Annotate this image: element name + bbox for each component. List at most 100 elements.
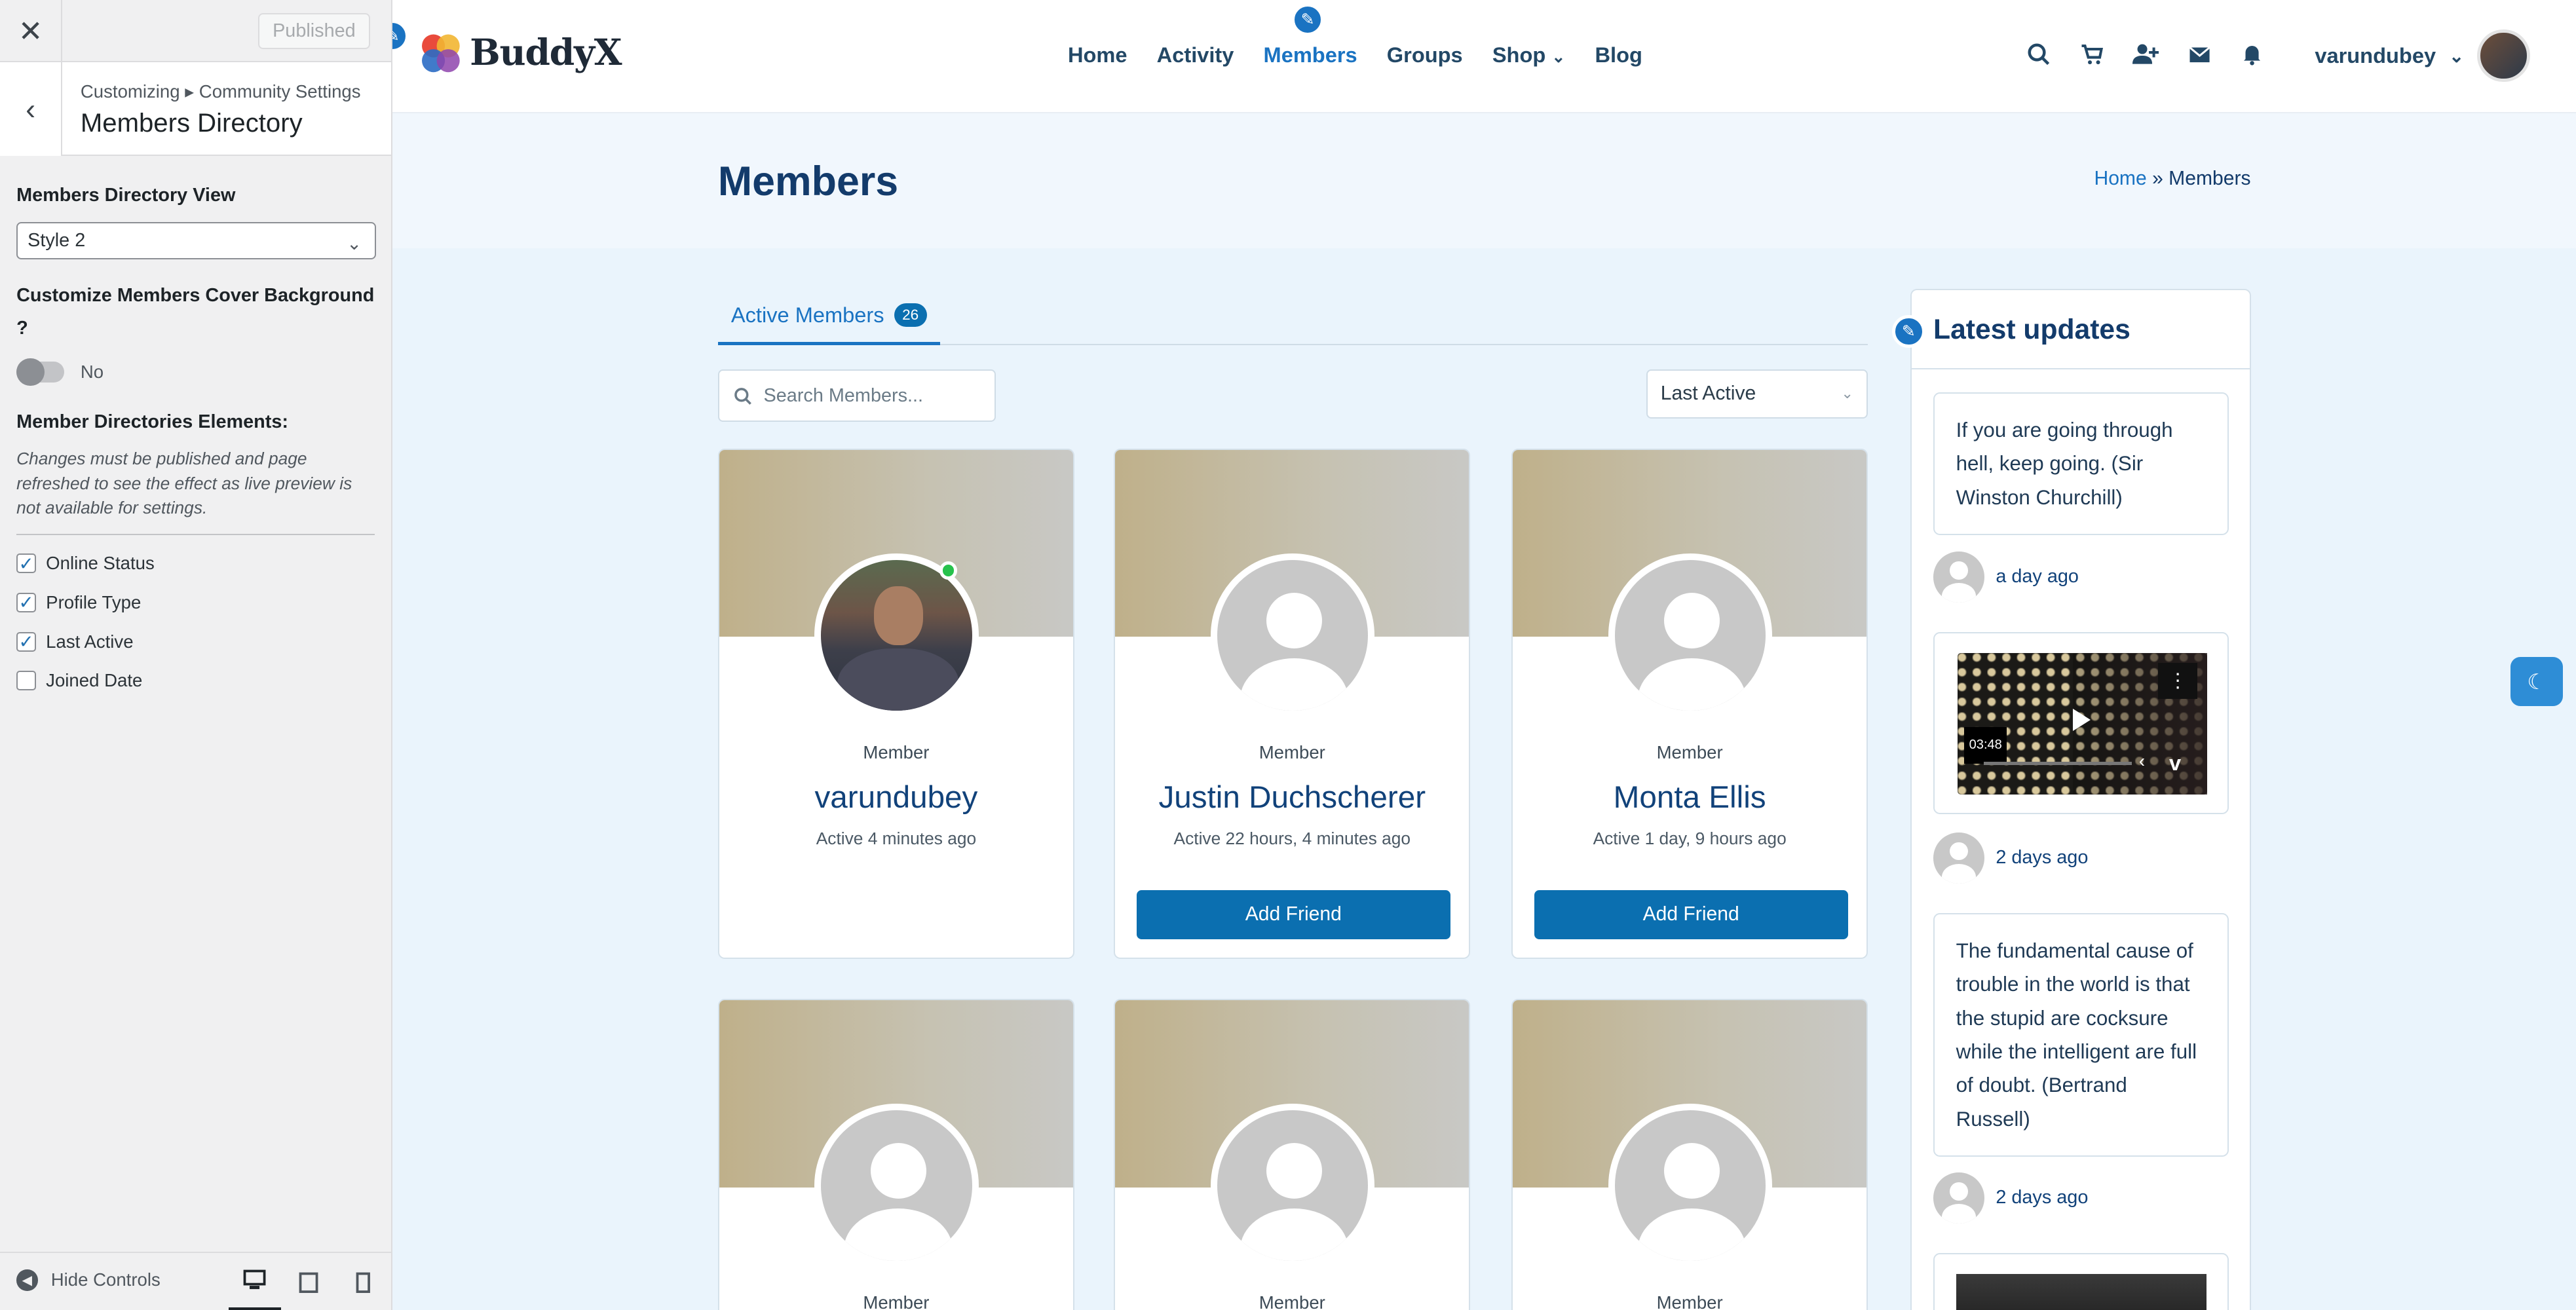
member-last-active: Active 22 hours, 4 minutes ago (1173, 829, 1411, 849)
logo-mark-icon (422, 34, 461, 73)
customizer-controls: Members Directory View Style 2 ⌄ Customi… (0, 156, 391, 691)
members-directory: Active Members 26 Search Members... Last… (392, 248, 2576, 1310)
member-card[interactable]: Member varundubey Active 4 minutes ago (717, 448, 1074, 960)
nav-item-home[interactable]: Home (1068, 43, 1127, 67)
member-card[interactable]: Member (717, 998, 1074, 1310)
sort-select[interactable]: Last Active ⌄ (1646, 369, 1868, 419)
tab-label: Active Members (730, 303, 884, 328)
header-icons (2027, 43, 2263, 66)
add-friend-button[interactable]: Add Friend (1534, 889, 1848, 939)
cart-icon[interactable] (2080, 43, 2103, 66)
elements-label: Member Directories Elements: (16, 411, 289, 433)
toggle-switch[interactable] (16, 358, 64, 386)
chevron-down-icon: ⌄ (2449, 45, 2465, 66)
play-icon[interactable] (2072, 709, 2091, 732)
member-card[interactable]: Member Monta Ellis Active 1 day, 9 hours… (1511, 448, 1868, 960)
update-time[interactable]: 2 days ago (1996, 847, 2088, 869)
member-last-active: Active 1 day, 9 hours ago (1593, 829, 1787, 849)
breadcrumb-home[interactable]: Home (2094, 168, 2146, 189)
breadcrumb-current: Members (2169, 167, 2251, 189)
member-name[interactable]: Justin Duchscherer (1115, 779, 1469, 815)
avatar[interactable] (1933, 832, 1984, 884)
update-time[interactable]: 2 days ago (1996, 1187, 2088, 1208)
member-card[interactable]: Member Justin Duchscherer Active 22 hour… (1114, 448, 1471, 960)
edit-shortcut-icon[interactable]: ✎ (392, 20, 409, 53)
share-icon[interactable]: ‹ (2139, 744, 2145, 777)
search-icon[interactable] (2027, 43, 2050, 66)
nav-item-groups[interactable]: Groups (1387, 43, 1463, 67)
checkbox-profile-type[interactable]: ✓ Profile Type (16, 592, 375, 613)
view-select-value: Style 2 (28, 229, 86, 251)
messages-icon[interactable] (2188, 43, 2211, 66)
avatar[interactable] (1933, 552, 1984, 603)
update-time[interactable]: a day ago (1996, 566, 2079, 588)
more-options-icon[interactable]: ⋮ (2158, 663, 2198, 700)
avatar[interactable] (1210, 553, 1375, 718)
customizer-topbar: ✕ Published (0, 0, 392, 63)
mobile-preview-icon[interactable] (337, 1253, 389, 1310)
chevron-down-icon: ⌄ (347, 233, 362, 253)
member-name[interactable]: varundubey (719, 779, 1073, 815)
update-item (1933, 1252, 2229, 1310)
member-type: Member (1259, 1292, 1325, 1310)
member-type: Member (1656, 741, 1723, 762)
update-meta: a day ago (1933, 552, 2079, 603)
avatar[interactable] (814, 553, 979, 718)
view-label: Members Directory View (16, 185, 236, 206)
edit-shortcut-icon[interactable]: ✎ (1291, 3, 1325, 37)
checkbox-label: Online Status (46, 553, 155, 574)
collapse-arrow-icon: ◀ (16, 1269, 38, 1291)
user-menu[interactable]: varundubey ⌄ (2315, 29, 2530, 83)
avatar[interactable] (2477, 29, 2530, 83)
add-friend-button[interactable]: Add Friend (1136, 889, 1450, 939)
checkbox-checked-icon[interactable]: ✓ (16, 592, 37, 613)
video-progress-bar[interactable] (1984, 761, 2132, 765)
tablet-preview-icon[interactable] (282, 1253, 335, 1310)
bell-icon[interactable] (2241, 43, 2263, 66)
section-title: Members Directory (80, 108, 303, 138)
count-badge: 26 (894, 303, 927, 328)
hide-controls-button[interactable]: ◀ Hide Controls (16, 1269, 161, 1291)
desktop-preview-icon[interactable] (228, 1253, 281, 1310)
tab-active-members[interactable]: Active Members 26 (717, 289, 940, 345)
close-icon[interactable]: ✕ (0, 0, 63, 63)
add-friend-icon[interactable] (2132, 43, 2159, 66)
checkbox-unchecked-icon[interactable] (16, 671, 37, 691)
checkbox-last-active[interactable]: ✓ Last Active (16, 631, 375, 652)
video-player[interactable]: 03:48 ⋮ ‹ v (1958, 653, 2208, 795)
checkbox-checked-icon[interactable]: ✓ (16, 553, 37, 574)
view-select[interactable]: Style 2 ⌄ (16, 221, 377, 260)
vimeo-logo-icon[interactable]: v (2169, 746, 2181, 779)
member-card[interactable]: Member (1114, 998, 1471, 1310)
back-arrow-icon[interactable]: ‹ (0, 62, 63, 157)
member-card[interactable]: Member (1511, 998, 1868, 1310)
avatar[interactable] (1608, 1103, 1773, 1268)
chevron-down-icon: ⌄ (1551, 48, 1566, 67)
checkbox-checked-icon[interactable]: ✓ (16, 631, 37, 652)
nav-item-shop[interactable]: Shop ⌄ (1492, 43, 1566, 67)
checkbox-joined-date[interactable]: Joined Date (16, 670, 375, 691)
avatar[interactable] (1210, 1103, 1375, 1268)
username: varundubey (2315, 43, 2436, 68)
nav-item-activity[interactable]: Activity (1157, 43, 1234, 67)
edit-shortcut-icon[interactable]: ✎ (1892, 314, 1925, 348)
avatar[interactable] (1933, 1172, 1984, 1224)
site-logo[interactable]: BuddyX (419, 29, 622, 75)
publish-button[interactable]: Published (258, 13, 370, 50)
avatar[interactable] (814, 1103, 979, 1268)
nav-item-blog[interactable]: Blog (1595, 43, 1642, 67)
avatar[interactable] (1608, 553, 1773, 718)
checkbox-label: Joined Date (46, 670, 143, 691)
checkbox-online-status[interactable]: ✓ Online Status (16, 553, 375, 574)
nav-item-members[interactable]: Members (1264, 43, 1357, 67)
checkbox-label: Last Active (46, 631, 134, 652)
customizer-breadcrumb: Customizing ▸ Community Settings (80, 81, 361, 102)
cover-toggle[interactable]: No (16, 358, 375, 386)
update-meta: 2 days ago (1933, 1172, 2088, 1224)
search-input[interactable]: Search Members... (717, 369, 996, 422)
dark-mode-toggle-icon[interactable]: ☾ (2510, 657, 2563, 707)
video-thumbnail[interactable] (1956, 1273, 2207, 1310)
page-title-band: Members Home » Members (392, 113, 2576, 248)
member-name[interactable]: Monta Ellis (1513, 779, 1866, 815)
members-tabs: Active Members 26 (717, 289, 1868, 345)
